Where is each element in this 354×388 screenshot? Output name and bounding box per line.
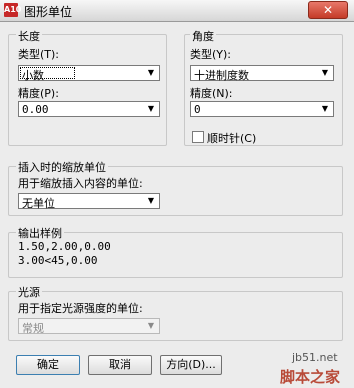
angle-type-select[interactable]: 十进制度数 ▼ xyxy=(190,65,334,82)
watermark-brand: 脚本之家 xyxy=(280,368,341,386)
length-precision-label: 精度(P): xyxy=(18,87,59,100)
app-logo-icon: A10 xyxy=(4,3,21,17)
sample-output-title: 输出样例 xyxy=(16,225,64,241)
chevron-down-icon[interactable]: ▼ xyxy=(145,103,157,115)
close-button[interactable]: ✕ xyxy=(308,1,348,19)
length-type-value: 小数 xyxy=(22,69,44,82)
chevron-down-icon[interactable]: ▼ xyxy=(145,67,157,79)
ok-button[interactable]: 确定 xyxy=(16,355,80,375)
angle-precision-value: 0 xyxy=(194,103,201,116)
length-type-select[interactable]: 小数 ▼ xyxy=(18,65,160,82)
insertion-scale-title: 插入时的缩放单位 xyxy=(16,159,108,175)
chevron-down-icon[interactable]: ▼ xyxy=(319,67,331,79)
clockwise-label[interactable]: 顺时针(C) xyxy=(207,130,256,146)
lighting-title: 光源 xyxy=(16,284,42,300)
lighting-desc: 用于指定光源强度的单位: xyxy=(18,302,143,315)
cancel-button[interactable]: 取消 xyxy=(88,355,152,375)
sample-output-line-1: 1.50,2.00,0.00 xyxy=(18,240,111,253)
chevron-down-icon: ▼ xyxy=(147,321,155,330)
insertion-scale-desc: 用于缩放插入内容的单位: xyxy=(18,177,143,190)
watermark-site: jb51.net xyxy=(292,351,338,364)
title-bar: A10 图形单位 ✕ xyxy=(0,0,354,22)
length-group-title: 长度 xyxy=(16,28,42,44)
chevron-down-icon[interactable]: ▼ xyxy=(145,195,157,207)
lighting-units-select: 常规 ▼ xyxy=(18,318,160,335)
lighting-units-value: 常规 xyxy=(22,322,44,335)
angle-precision-label: 精度(N): xyxy=(190,87,233,100)
length-precision-select[interactable]: 0.00 ▼ xyxy=(18,101,160,117)
window-title: 图形单位 xyxy=(24,5,73,19)
insertion-scale-select[interactable]: 无单位 ▼ xyxy=(18,193,160,210)
insertion-scale-value: 无单位 xyxy=(22,197,55,210)
sample-output-line-2: 3.00<45,0.00 xyxy=(18,254,98,267)
direction-button[interactable]: 方向(D)... xyxy=(160,355,222,375)
angle-group-title: 角度 xyxy=(190,28,216,44)
chevron-down-icon[interactable]: ▼ xyxy=(319,103,331,115)
length-type-label: 类型(T): xyxy=(18,48,60,61)
angle-type-label: 类型(Y): xyxy=(190,48,232,61)
angle-type-value: 十进制度数 xyxy=(194,69,249,82)
length-precision-value: 0.00 xyxy=(22,103,49,116)
clockwise-checkbox[interactable] xyxy=(192,131,204,143)
angle-precision-select[interactable]: 0 ▼ xyxy=(190,101,334,117)
